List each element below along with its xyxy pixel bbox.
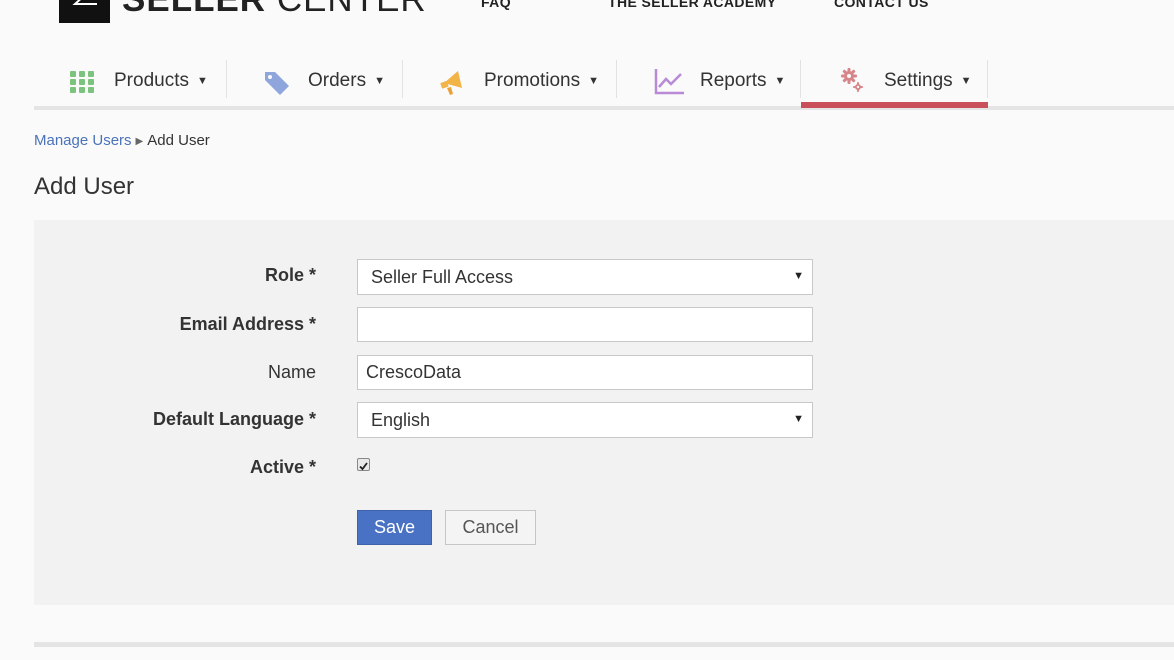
chevron-down-icon: ▼ bbox=[588, 75, 599, 87]
chevron-down-icon: ▼ bbox=[374, 75, 385, 87]
nav-promotions-label: Promotions bbox=[484, 70, 581, 91]
add-user-form: Role * Seller Full Access ▼ Email Addres… bbox=[34, 220, 1174, 605]
faq-link[interactable]: FAQ bbox=[481, 0, 511, 10]
breadcrumb-current: Add User bbox=[147, 132, 210, 149]
logo-mark[interactable] bbox=[59, 0, 110, 23]
nav-divider bbox=[616, 60, 617, 98]
active-checkbox[interactable] bbox=[357, 458, 370, 471]
nav-active-indicator bbox=[801, 102, 988, 108]
nav-divider bbox=[800, 60, 801, 98]
contact-us-link[interactable]: CONTACT US bbox=[834, 0, 929, 10]
seller-academy-link[interactable]: THE SELLER ACADEMY bbox=[608, 0, 776, 10]
breadcrumb-manage-users-link[interactable]: Manage Users bbox=[34, 132, 132, 149]
nav-products-label: Products bbox=[114, 70, 189, 91]
logo-text-light: CENTER bbox=[277, 0, 427, 19]
role-select[interactable]: Seller Full Access ▼ bbox=[357, 259, 813, 295]
nav-divider bbox=[226, 60, 227, 98]
nav-divider bbox=[987, 60, 988, 98]
gears-icon bbox=[838, 66, 870, 96]
nav-promotions[interactable]: Promotions ▼ bbox=[438, 56, 599, 106]
role-select-value: Seller Full Access bbox=[371, 266, 514, 287]
email-label: Email Address * bbox=[179, 314, 316, 334]
megaphone-icon bbox=[438, 66, 470, 96]
footer-divider bbox=[34, 642, 1174, 647]
chevron-down-icon: ▼ bbox=[793, 413, 804, 425]
breadcrumb: Manage Users ▶ Add User bbox=[34, 132, 210, 149]
logo-text-bold: SELLER bbox=[122, 0, 266, 19]
checkmark-icon bbox=[359, 462, 368, 471]
chevron-down-icon: ▼ bbox=[793, 270, 804, 282]
nav-orders-label: Orders bbox=[308, 70, 367, 91]
email-field[interactable] bbox=[357, 307, 813, 342]
save-button[interactable]: Save bbox=[357, 510, 432, 545]
logo-icon bbox=[72, 0, 97, 5]
main-nav: Products ▼ Orders ▼ Promotions ▼ Reports… bbox=[34, 56, 1174, 110]
chevron-down-icon: ▼ bbox=[774, 75, 786, 87]
cancel-button[interactable]: Cancel bbox=[445, 510, 536, 545]
role-label: Role * bbox=[264, 265, 316, 285]
nav-products[interactable]: Products ▼ bbox=[68, 56, 208, 106]
default-language-select-value: English bbox=[371, 409, 431, 430]
default-language-label: Default Language * bbox=[152, 409, 316, 429]
nav-settings-label: Settings bbox=[884, 70, 953, 91]
nav-reports-label: Reports bbox=[700, 70, 767, 91]
logo-text[interactable]: SELLER CENTER bbox=[122, 0, 427, 17]
nav-settings[interactable]: Settings ▼ bbox=[838, 56, 972, 106]
tag-icon bbox=[262, 66, 294, 96]
name-field[interactable] bbox=[357, 355, 813, 390]
nav-orders[interactable]: Orders ▼ bbox=[262, 56, 385, 106]
default-language-select[interactable]: English ▼ bbox=[357, 402, 813, 438]
breadcrumb-arrow-icon: ▶ bbox=[135, 136, 144, 147]
nav-reports[interactable]: Reports ▼ bbox=[654, 56, 785, 106]
name-label: Name bbox=[267, 362, 316, 382]
chevron-down-icon: ▼ bbox=[960, 75, 972, 87]
active-label: Active * bbox=[249, 457, 316, 477]
line-chart-icon bbox=[654, 66, 686, 96]
grid-icon bbox=[68, 66, 100, 96]
chevron-down-icon: ▼ bbox=[196, 75, 208, 87]
nav-divider bbox=[402, 60, 403, 98]
page-title: Add User bbox=[34, 173, 135, 200]
